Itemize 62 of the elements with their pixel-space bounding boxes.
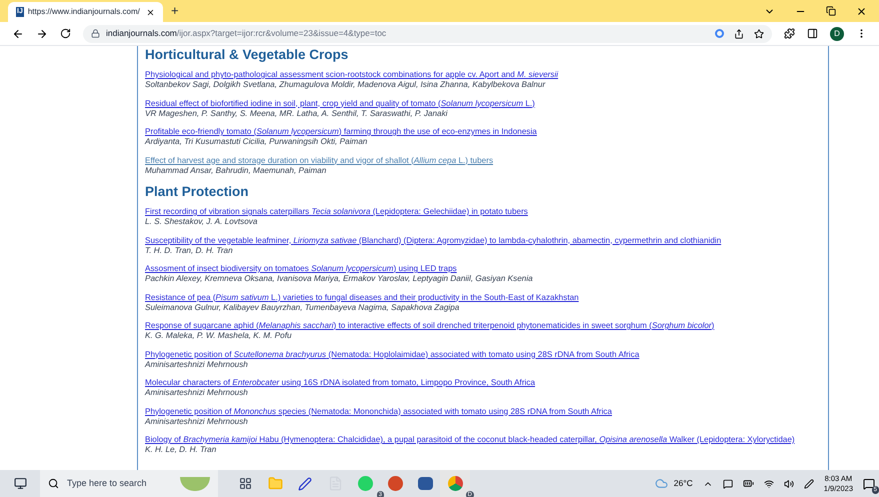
new-tab-button[interactable]: + [171, 4, 179, 18]
lock-icon [91, 29, 100, 38]
article-link[interactable]: Profitable eco-friendly tomato (Solanum lycopersicum) farming through the use of eco-enzymes in Indonesia [145, 127, 828, 137]
article-link[interactable]: Resistance of pea (Pisum sativum L.) varieties to fungal diseases and their productivity in the South-East of Kazakhstan [145, 292, 828, 302]
speaker-icon[interactable] [784, 478, 794, 488]
notification-icon[interactable] [863, 478, 875, 490]
weather-temperature: 26°C [674, 477, 693, 490]
side-panel-icon[interactable] [807, 28, 818, 39]
article-authors: Soltanbekov Sagi, Dolgikh Svetlana, Zhumagulova Moldir, Madenova Aigul, Isina Zhanna, Kabylbekova Balnur [145, 80, 546, 90]
article-link[interactable]: Phylogenetic position of Mononchus species (Nematoda: Mononchida) associated with tomato using 28S rDNA from South Africa [145, 406, 828, 416]
star-icon[interactable] [754, 28, 764, 38]
article-link[interactable]: Effect of harvest age and storage duration on viability and vigor of shallot (Allium cepa L.) tubers [145, 156, 828, 166]
article-authors: K. G. Maleka, P. W. Mashela, K. M. Pofu [145, 331, 293, 341]
article-authors: L. S. Shestakov, J. A. Lovtsova [145, 217, 258, 227]
article-link[interactable]: First recording of vibration signals caterpillars Tecia solanivora (Lepidoptera: Gelechiidae) in potato tubers [145, 207, 828, 217]
pen-icon[interactable] [804, 478, 814, 488]
address-bar[interactable]: indianjournals.com/ijor.aspx?target=ijor:rcr&volume=23&issue=4&type=toc [83, 24, 772, 42]
reload-icon[interactable] [60, 28, 71, 39]
weather-cloud-icon [654, 477, 668, 490]
search-icon [48, 478, 59, 489]
extensions-icon[interactable] [784, 28, 795, 39]
article-link[interactable]: Biology of Brachymeria kamijoi Habu (Hymenoptera: Chalcididae), a pupal parasitoid of the coconut black-headed caterpillar, Opisina arenosella Walker (Lepidoptera: Xyloryctidae) [145, 435, 828, 445]
restore-icon[interactable] [826, 6, 836, 16]
salad-bowl-icon [180, 476, 210, 490]
google-icon[interactable] [715, 29, 724, 38]
search-placeholder: Type here to search [67, 476, 147, 490]
article-link[interactable]: Assosment of insect biodiversity on tomatoes Solanum lycopersicum) using LED traps [145, 264, 828, 274]
word-app-icon[interactable] [418, 477, 432, 490]
pen-icon[interactable] [298, 476, 312, 490]
article-link[interactable]: Molecular characters of Enterobcater using 16S rDNA isolated from tomato, Limpopo Province, South Africa [145, 378, 828, 388]
article-authors: VR Mageshen, P. Santhy, S. Meena, MR. Latha, A. Senthil, T. Saraswathi, P. Janaki [145, 108, 448, 118]
article-link[interactable]: Phylogenetic position of Scutellonema brachyurus (Nematoda: Hoplolaimidae) associated with tomato using 28S rDNA from South Africa [145, 350, 828, 360]
profile-avatar[interactable]: D [830, 26, 844, 40]
article-link[interactable]: Response of sugarcane aphid (Melanaphis sacchari) to interactive effects of soil drenched triterpenoid phytonematicides in sweet sorghum (Sorghum bicolor) [145, 321, 828, 331]
article-authors: T. H. D. Tran, D. H. Tran [145, 246, 234, 256]
section-heading: Plant Protection [145, 184, 250, 200]
task-view-icon[interactable] [238, 477, 252, 490]
close-icon[interactable] [146, 8, 155, 16]
article-authors: Ardiyanta, Tri Kusumastuti Cicilia, Purwaningsih Okti, Paiman [145, 137, 368, 147]
message-icon[interactable] [722, 478, 733, 488]
article-authors: K. H. Le, D. H. Tran [145, 445, 218, 455]
section-heading: Horticultural & Vegetable Crops [145, 47, 350, 63]
article-authors: Aminisarteshnizi Mehrnoush [145, 360, 249, 370]
back-icon[interactable] [12, 28, 24, 40]
taskbar-search-field[interactable]: Type here to search [40, 470, 218, 497]
article-authors: Aminisarteshnizi Mehrnoush [145, 416, 249, 426]
article-authors: Pachkin Alexey, Kremneva Oksana, Ivanisova Mariya, Ermakov Yaroslav, Leptyagin Daniil, Gasiyan Ksenia [145, 274, 534, 284]
article-authors: Muhammad Ansar, Bahrudin, Maemunah, Paiman [145, 166, 328, 176]
article-authors: Aminisarteshnizi Mehrnoush [145, 388, 249, 398]
article-link[interactable]: Residual effect of biofortified iodine in soil, plant, crop yield and quality of tomato (Solanum lycopersicum L.) [145, 98, 828, 108]
tab-title: https://www.indianjournals.com/ [28, 6, 140, 18]
wifi-icon[interactable] [764, 478, 774, 488]
article-authors: Suleimanova Gulnur, Kalibayev Bauyrzhan, Tumenbayeva Nagima, Sapakhova Zagipa [145, 302, 460, 312]
battery-icon[interactable] [742, 478, 754, 489]
browser-app-icon[interactable] [448, 476, 462, 491]
close-window-icon[interactable] [856, 6, 867, 16]
forward-icon[interactable] [36, 28, 48, 40]
article-link[interactable]: Physiological and phyto-pathological assessment scion-rootstock combinations for apple cv. Aport and M. sieversii [145, 70, 828, 80]
article-link[interactable]: Susceptibility of the vegetable leafminer, Liriomyza sativae (Blanchard) (Diptera: Agromyzidae) to lambda-cyhalothrin, abamectin, cypermethrin and clothianidin [145, 236, 828, 246]
share-icon[interactable] [734, 28, 744, 38]
slides-app-icon[interactable] [388, 476, 402, 491]
url-text: indianjournals.com/ijor.aspx?target=ijor:rcr&volume=23&issue=4&type=toc [106, 27, 386, 40]
